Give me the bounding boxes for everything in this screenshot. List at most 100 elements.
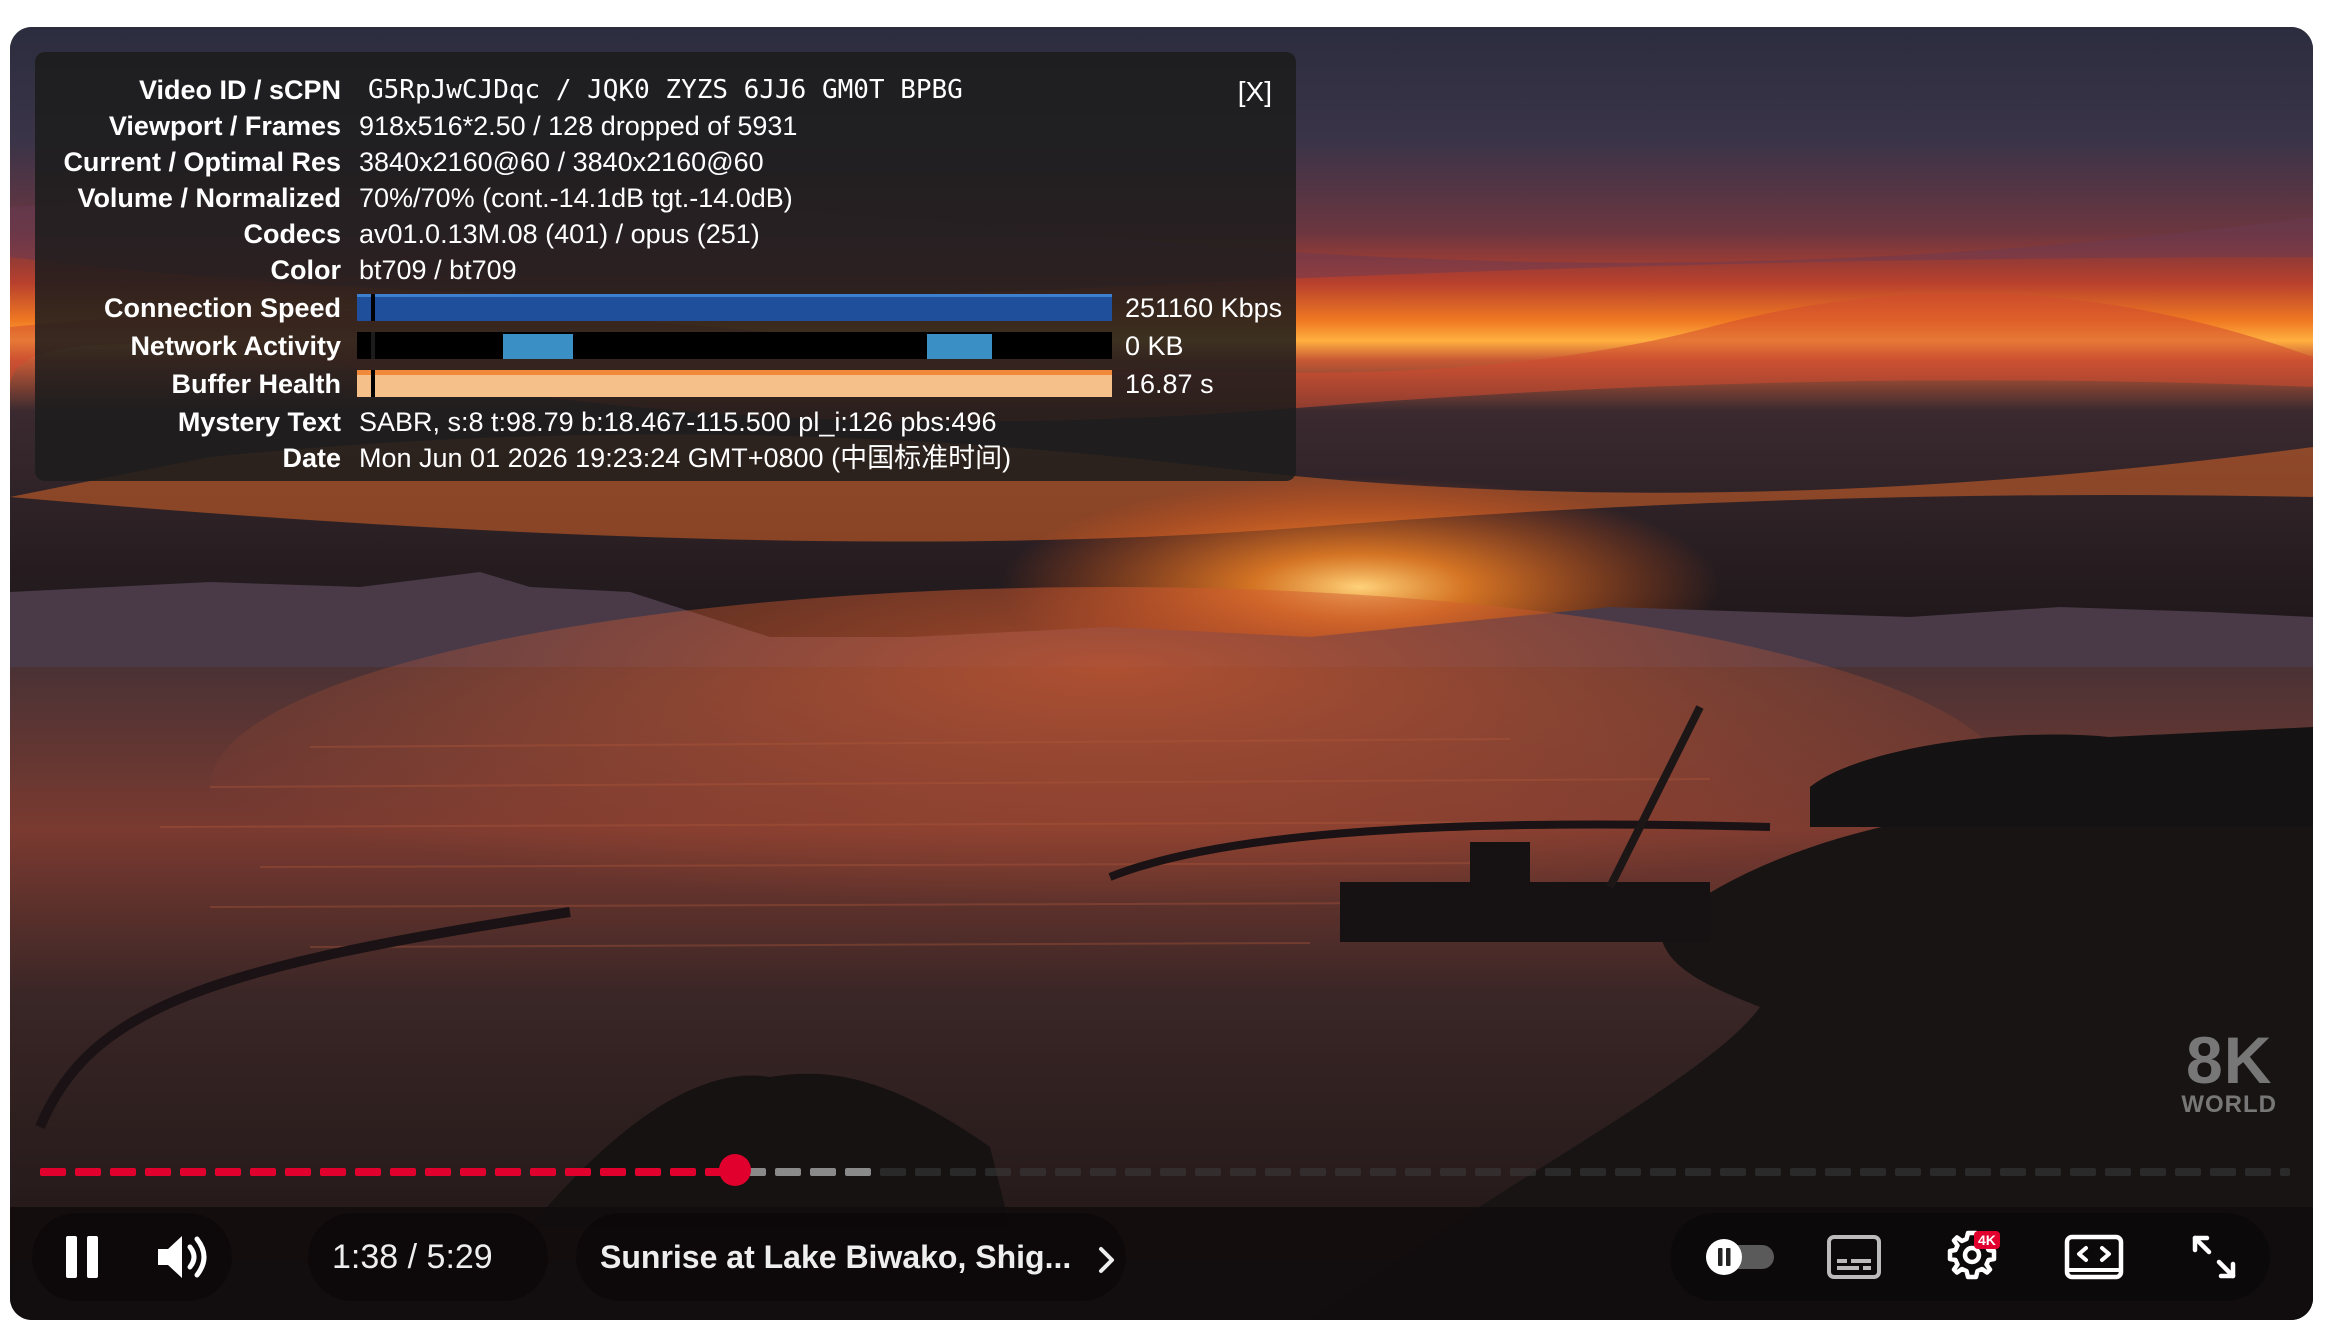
stats-label: Date — [282, 443, 341, 473]
progress-segment — [75, 1168, 101, 1176]
connection-speed-fill — [357, 297, 1112, 321]
progress-segment — [1335, 1168, 1361, 1176]
connection-speed-graph — [357, 294, 1112, 321]
fullscreen-icon — [2192, 1235, 2236, 1279]
progress-segment — [1510, 1168, 1536, 1176]
progress-segment — [775, 1168, 801, 1176]
progress-segment — [1825, 1168, 1851, 1176]
buffer-health-graph — [357, 370, 1112, 397]
pause-button[interactable] — [38, 1213, 126, 1301]
stats-value: G5RpJwCJDqc / JQK0 ZYZS 6JJ6 GM0T BPBG — [368, 75, 963, 105]
progress-segment — [1195, 1168, 1221, 1176]
progress-segment — [1790, 1168, 1816, 1176]
progress-segment — [1545, 1168, 1571, 1176]
progress-segment — [2210, 1168, 2236, 1176]
progress-segment — [1475, 1168, 1501, 1176]
fullscreen-button[interactable] — [2170, 1213, 2258, 1301]
progress-segment — [600, 1168, 626, 1176]
graph-marker — [371, 332, 375, 359]
subtitles-icon — [1827, 1235, 1881, 1279]
progress-segment — [1755, 1168, 1781, 1176]
progress-segment — [355, 1168, 381, 1176]
stats-row-network-activity: Network Activity 0 KB — [35, 328, 1296, 364]
progress-segment — [1440, 1168, 1466, 1176]
progress-segment — [495, 1168, 521, 1176]
stats-row-connection-speed: Connection Speed 251160 Kbps — [35, 290, 1296, 326]
stats-value: av01.0.13M.08 (401) / opus (251) — [359, 219, 760, 249]
time-display: 1:38 / 5:29 — [332, 1213, 493, 1301]
progress-segment — [950, 1168, 976, 1176]
stats-value: bt709 / bt709 — [359, 255, 517, 285]
progress-segment — [40, 1168, 66, 1176]
settings-button[interactable]: 4K — [1930, 1213, 2018, 1301]
progress-segment — [390, 1168, 416, 1176]
progress-segment — [250, 1168, 276, 1176]
stats-value: 16.87 s — [1125, 369, 1214, 399]
progress-segment — [1930, 1168, 1956, 1176]
time-separator: / — [407, 1238, 418, 1276]
watermark-logo-text: 8K — [2185, 1023, 2273, 1097]
stats-value: 70%/70% (cont.-14.1dB tgt.-14.0dB) — [359, 183, 793, 213]
network-activity-burst — [503, 334, 573, 359]
progress-segment — [810, 1168, 836, 1176]
video-title: Sunrise at Lake Biwako, Shig... — [600, 1239, 1072, 1275]
progress-segment — [985, 1168, 1011, 1176]
progress-segment — [1405, 1168, 1431, 1176]
stats-value: SABR, s:8 t:98.79 b:18.467-115.500 pl_i:… — [359, 407, 997, 437]
progress-segment — [1370, 1168, 1396, 1176]
progress-segment — [2070, 1168, 2096, 1176]
progress-bar[interactable] — [40, 1154, 2290, 1186]
stats-value: 3840x2160@60 / 3840x2160@60 — [359, 147, 764, 177]
stats-label: Mystery Text — [177, 407, 341, 437]
stats-label: Video ID / sCPN — [138, 75, 341, 105]
progress-segment — [1860, 1168, 1886, 1176]
progress-segment — [1090, 1168, 1116, 1176]
progress-segment — [215, 1168, 241, 1176]
progress-segment — [1615, 1168, 1641, 1176]
stats-label: Viewport / Frames — [108, 111, 341, 141]
progress-segment — [880, 1168, 906, 1176]
buffer-health-line — [357, 370, 1112, 375]
stats-value: Mon Jun 01 2026 19:23:24 GMT+0800 (中国标准时… — [359, 443, 1012, 473]
player-controls: 1:38 / 5:29 Sunrise at Lake Biwako, Shig… — [10, 1207, 2313, 1307]
graph-marker — [371, 294, 375, 321]
stats-label: Color — [270, 255, 342, 285]
autoplay-toggle[interactable] — [1690, 1213, 1790, 1301]
progress-segment — [2175, 1168, 2201, 1176]
theater-mode-icon — [2064, 1234, 2124, 1280]
theater-mode-button[interactable] — [2050, 1213, 2138, 1301]
stats-row-codecs: Codecs av01.0.13M.08 (401) / opus (251) — [35, 216, 1296, 252]
chevron-right-icon — [1099, 1246, 1115, 1273]
progress-segment — [180, 1168, 206, 1176]
watermark-sub-text: WORLD — [2181, 1091, 2277, 1118]
progress-segment — [1895, 1168, 1921, 1176]
autoplay-toggle-icon — [1706, 1239, 1774, 1275]
stats-row-color: Color bt709 / bt709 — [35, 252, 1296, 288]
progress-segment — [2105, 1168, 2131, 1176]
progress-segment — [1685, 1168, 1711, 1176]
pause-icon — [66, 1236, 98, 1278]
progress-segment — [1720, 1168, 1746, 1176]
video-title-link[interactable]: Sunrise at Lake Biwako, Shig... — [600, 1213, 1118, 1301]
stats-row-buffer-health: Buffer Health 16.87 s — [35, 366, 1296, 402]
progress-segment — [1580, 1168, 1606, 1176]
progress-segment — [425, 1168, 451, 1176]
progress-segment — [530, 1168, 556, 1176]
progress-segment — [670, 1168, 696, 1176]
stats-label: Codecs — [243, 219, 341, 249]
progress-scrubber[interactable] — [719, 1154, 752, 1186]
volume-button[interactable] — [140, 1213, 228, 1301]
stats-value: 0 KB — [1125, 331, 1184, 361]
progress-segment — [1265, 1168, 1291, 1176]
stats-row-volume: Volume / Normalized 70%/70% (cont.-14.1d… — [35, 180, 1296, 216]
graph-marker — [371, 370, 375, 397]
progress-segment — [460, 1168, 486, 1176]
video-player[interactable]: [X] Video ID / sCPN G5RpJwCJDqc / JQK0 Z… — [10, 27, 2313, 1320]
volume-icon — [158, 1236, 207, 1278]
subtitles-button[interactable] — [1810, 1213, 1898, 1301]
stats-label: Network Activity — [130, 331, 341, 361]
stats-row-date: Date Mon Jun 01 2026 19:23:24 GMT+0800 (… — [35, 440, 1296, 476]
progress-segment — [1160, 1168, 1186, 1176]
progress-segment — [915, 1168, 941, 1176]
channel-watermark[interactable]: 8K WORLD — [2181, 1027, 2277, 1117]
